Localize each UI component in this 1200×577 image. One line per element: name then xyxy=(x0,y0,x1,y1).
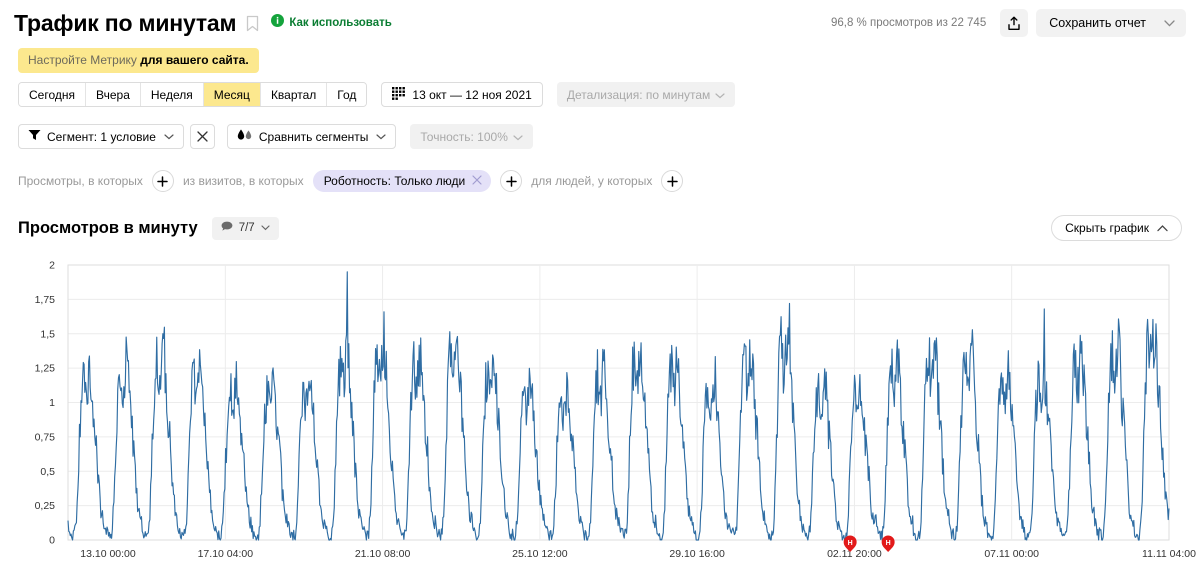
x-axis-tick: 11.11 04:00 xyxy=(1142,548,1196,560)
chart-header: Просмотров в минуту 7/7 Скрыть график xyxy=(18,214,1182,242)
detail-level-label: Детализация: по минутам xyxy=(566,87,711,102)
share-button[interactable] xyxy=(1000,9,1029,37)
chevron-down-icon xyxy=(164,132,174,142)
detail-level-button[interactable]: Детализация: по минутам xyxy=(556,82,736,107)
holiday-marker-label: Н xyxy=(848,540,853,547)
save-report-label: Сохранить отчет xyxy=(1049,16,1146,30)
chevron-down-icon xyxy=(376,132,387,142)
filter-conditions-row: Просмотры, в которых из визитов, в котор… xyxy=(18,170,684,192)
save-report-button[interactable]: Сохранить отчет xyxy=(1036,9,1186,37)
plus-icon xyxy=(667,175,678,187)
y-axis-tick: 1,25 xyxy=(35,363,56,375)
hide-chart-label: Скрыть график xyxy=(1065,221,1149,235)
filter-chip-robotness[interactable]: Роботность: Только люди xyxy=(312,170,492,192)
holiday-marker[interactable]: Н xyxy=(881,535,895,553)
traffic-chart[interactable]: 0 0,25 0,5 0,75 1 1,25 1,5 1,75 2 13.10 00:00 17.1… xyxy=(0,252,1200,577)
period-toolbar: Сегодня Вчера Неделя Месяц Квартал Год 1… xyxy=(18,82,736,107)
period-tab-week[interactable]: Неделя xyxy=(140,83,204,106)
y-axis-tick: 0 xyxy=(49,535,55,547)
holiday-marker-label: Н xyxy=(886,540,891,547)
share-upload-icon xyxy=(1008,16,1020,30)
traffic-chart-svg[interactable]: 0 0,25 0,5 0,75 1 1,25 1,5 1,75 2 13.10 00:00 17.1… xyxy=(0,252,1200,577)
bookmark-icon[interactable] xyxy=(246,15,259,32)
report-page: Трафик по минутам Как использовать 96,8 … xyxy=(0,0,1200,577)
hide-chart-button[interactable]: Скрыть график xyxy=(1051,215,1182,241)
setup-metrica-notice[interactable]: Настройте Метрику для вашего сайта. xyxy=(18,48,259,73)
date-range-button[interactable]: 13 окт — 12 ноя 2021 xyxy=(381,82,543,107)
series-line-views-per-minute[interactable] xyxy=(67,271,1170,541)
filter-label-views: Просмотры, в которых xyxy=(18,174,143,188)
views-count-label: 96,8 % просмотров из 22 745 xyxy=(830,17,987,29)
period-tab-month[interactable]: Месяц xyxy=(203,83,261,106)
compare-segments-label: Сравнить сегменты xyxy=(258,129,369,144)
accuracy-button[interactable]: Точность: 100% xyxy=(410,124,533,149)
period-tab-group: Сегодня Вчера Неделя Месяц Квартал Год xyxy=(18,82,368,107)
filter-label-visits: из визитов, в которых xyxy=(182,174,304,188)
y-axis-tick: 0,25 xyxy=(35,500,56,512)
filter-chip-label: Роботность: Только люди xyxy=(323,174,466,188)
period-tab-year[interactable]: Год xyxy=(327,83,367,106)
x-axis-tick: 07.11 00:00 xyxy=(984,548,1039,560)
add-visits-condition-button[interactable] xyxy=(500,170,523,192)
add-views-condition-button[interactable] xyxy=(151,170,174,192)
chevron-down-icon xyxy=(513,130,523,144)
y-axis-tick: 2 xyxy=(49,260,55,272)
y-axis-tick: 1,5 xyxy=(40,328,55,340)
comments-button[interactable]: 7/7 xyxy=(211,216,279,240)
y-axis-tick: 0,75 xyxy=(35,431,56,443)
compare-segments-icon xyxy=(237,129,253,145)
segment-label: Сегмент: 1 условие xyxy=(47,129,156,144)
plus-icon xyxy=(157,175,169,187)
clear-segment-button[interactable] xyxy=(189,124,215,149)
period-tab-today[interactable]: Сегодня xyxy=(19,83,86,106)
y-axis-tick: 1,75 xyxy=(35,294,56,306)
chevron-down-icon xyxy=(261,222,270,234)
filter-funnel-icon xyxy=(28,129,41,144)
x-axis-tick: 02.11 20:00 xyxy=(827,548,882,560)
period-tab-yesterday[interactable]: Вчера xyxy=(86,83,141,106)
date-range-label: 13 окт — 12 ноя 2021 xyxy=(412,87,532,102)
comment-bubble-icon xyxy=(221,221,233,235)
plus-icon xyxy=(505,175,517,187)
x-axis-tick: 17.10 04:00 xyxy=(198,548,254,560)
y-axis-tick: 0,5 xyxy=(40,466,55,478)
how-to-use-link[interactable]: Как использовать xyxy=(271,14,392,32)
chevron-down-icon xyxy=(715,88,725,102)
chart-title: Просмотров в минуту xyxy=(18,218,198,237)
close-x-icon xyxy=(197,131,208,142)
comments-label: 7/7 xyxy=(238,222,255,234)
notice-muted-text: Настройте Метрику xyxy=(28,53,141,67)
page-title: Трафик по минутам xyxy=(14,9,237,36)
segment-toolbar: Сегмент: 1 условие Сравнить сегменты Точ… xyxy=(18,124,533,149)
info-circle-icon xyxy=(271,14,285,32)
x-axis-tick: 25.10 12:00 xyxy=(512,548,568,560)
page-header: Трафик по минутам Как использовать 96,8 … xyxy=(0,0,1200,46)
period-tab-quarter[interactable]: Квартал xyxy=(260,83,328,106)
x-axis-tick: 29.10 16:00 xyxy=(669,548,725,560)
chevron-down-icon xyxy=(1164,16,1175,30)
how-to-use-label: Как использовать xyxy=(289,17,392,29)
notice-strong-text: для вашего сайта. xyxy=(140,53,249,67)
add-people-condition-button[interactable] xyxy=(661,170,684,192)
y-axis-tick: 1 xyxy=(49,397,55,409)
segment-button[interactable]: Сегмент: 1 условие xyxy=(18,124,184,149)
chevron-up-icon xyxy=(1157,221,1168,235)
x-axis-tick: 13.10 00:00 xyxy=(80,548,136,560)
close-x-icon[interactable] xyxy=(472,174,482,188)
filter-label-people: для людей, у которых xyxy=(531,174,653,188)
x-axis-tick: 21.10 08:00 xyxy=(355,548,411,560)
accuracy-label: Точность: 100% xyxy=(420,129,508,144)
compare-segments-button[interactable]: Сравнить сегменты xyxy=(226,124,397,149)
calendar-icon xyxy=(392,86,406,103)
